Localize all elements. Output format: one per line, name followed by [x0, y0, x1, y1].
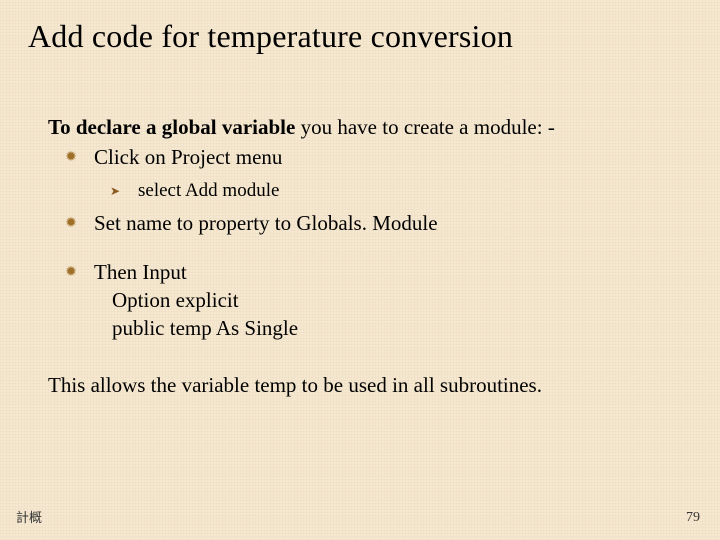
bullet-3-block: Then Input Option explicit public temp A…: [94, 258, 672, 343]
sunburst-icon: ✹: [48, 209, 94, 234]
footer-left: 計概: [16, 507, 42, 526]
intro-line: To declare a global variable you have to…: [48, 113, 672, 141]
intro-bold: To declare a global variable: [48, 115, 295, 139]
intro-rest: you have to create a module: -: [295, 115, 554, 139]
bullet-1: ✹ Click on Project menu: [48, 143, 672, 171]
code-line-1: Option explicit: [112, 286, 672, 314]
bullet-2: ✹ Set name to property to Globals. Modul…: [48, 209, 672, 237]
chevron-right-icon: ➤: [48, 178, 138, 199]
code-line-2: public temp As Single: [112, 314, 672, 342]
sunburst-icon: ✹: [48, 143, 94, 168]
bullet-3-text: Then Input: [94, 258, 672, 286]
bullet-1-text: Click on Project menu: [94, 143, 672, 171]
slide-body: To declare a global variable you have to…: [0, 55, 720, 399]
sub-bullet-1: ➤ select Add module: [48, 178, 672, 204]
sub-bullet-1-text: select Add module: [138, 178, 672, 204]
bullet-3: ✹ Then Input Option explicit public temp…: [48, 258, 672, 343]
slide-title: Add code for temperature conversion: [0, 0, 720, 55]
bullet-2-text: Set name to property to Globals. Module: [94, 209, 672, 237]
sunburst-icon: ✹: [48, 258, 94, 283]
page-number: 79: [686, 510, 700, 526]
closing-line: This allows the variable temp to be used…: [48, 371, 672, 399]
